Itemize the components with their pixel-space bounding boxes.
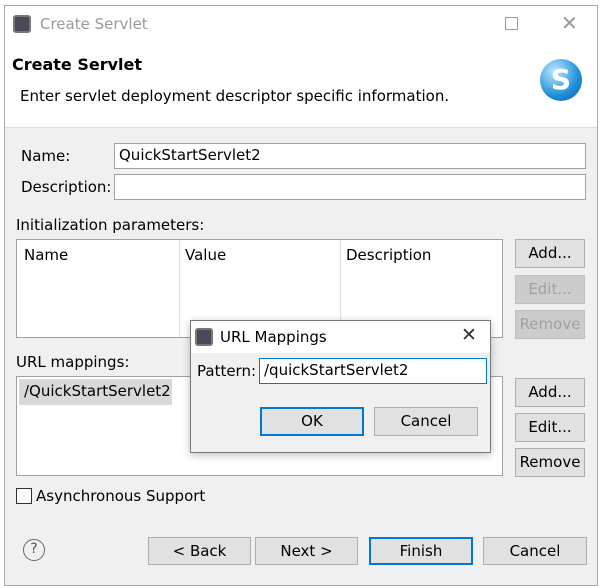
maximize-icon[interactable] [505, 17, 518, 30]
next-button[interactable]: Next > [255, 537, 358, 565]
init-params-label: Initialization parameters: [16, 216, 205, 234]
async-label[interactable]: Asynchronous Support [36, 487, 205, 505]
init-remove-button[interactable]: Remove [515, 310, 585, 339]
url-mappings-dialog: URL Mappings ✕ Pattern: /quickStartServl… [190, 320, 491, 453]
init-add-button[interactable]: Add... [515, 239, 585, 268]
finish-button[interactable]: Finish [369, 537, 473, 565]
pattern-label: Pattern: [197, 362, 257, 380]
pattern-input[interactable]: /quickStartServlet2 [259, 358, 487, 384]
page-subtitle: Enter servlet deployment descriptor spec… [20, 87, 450, 105]
ok-button[interactable]: OK [260, 407, 364, 436]
description-label: Description: [21, 178, 112, 196]
title-bar: Create Servlet ✕ [5, 6, 597, 43]
async-checkbox[interactable] [16, 488, 32, 504]
close-icon[interactable]: ✕ [561, 11, 578, 35]
url-mappings-label: URL mappings: [16, 353, 130, 371]
popup-title-bar: URL Mappings ✕ [191, 321, 490, 353]
app-icon [13, 15, 31, 33]
column-header-value[interactable]: Value [185, 246, 226, 264]
cancel-button[interactable]: Cancel [483, 537, 587, 565]
window-title: Create Servlet [40, 15, 148, 33]
description-input[interactable] [114, 174, 586, 200]
back-button[interactable]: < Back [148, 537, 251, 565]
name-label: Name: [21, 147, 71, 165]
column-header-name[interactable]: Name [24, 246, 68, 264]
wizard-header: Create Servlet Enter servlet deployment … [5, 43, 597, 128]
init-edit-button[interactable]: Edit... [515, 275, 585, 304]
question-icon[interactable]: ? [23, 539, 45, 561]
column-header-description[interactable]: Description [346, 246, 431, 264]
app-icon [195, 328, 213, 346]
list-item[interactable]: /QuickStartServlet2 [19, 379, 172, 405]
url-edit-button[interactable]: Edit... [515, 413, 585, 442]
page-title: Create Servlet [12, 55, 143, 74]
url-add-button[interactable]: Add... [515, 378, 585, 407]
name-input[interactable]: QuickStartServlet2 [114, 143, 586, 169]
url-remove-button[interactable]: Remove [515, 448, 585, 477]
servlet-s-icon: S [540, 59, 582, 101]
close-icon[interactable]: ✕ [461, 324, 477, 346]
popup-title: URL Mappings [220, 328, 327, 346]
popup-cancel-button[interactable]: Cancel [374, 407, 478, 436]
create-servlet-dialog: Create Servlet ✕ Create Servlet Enter se… [4, 5, 598, 586]
